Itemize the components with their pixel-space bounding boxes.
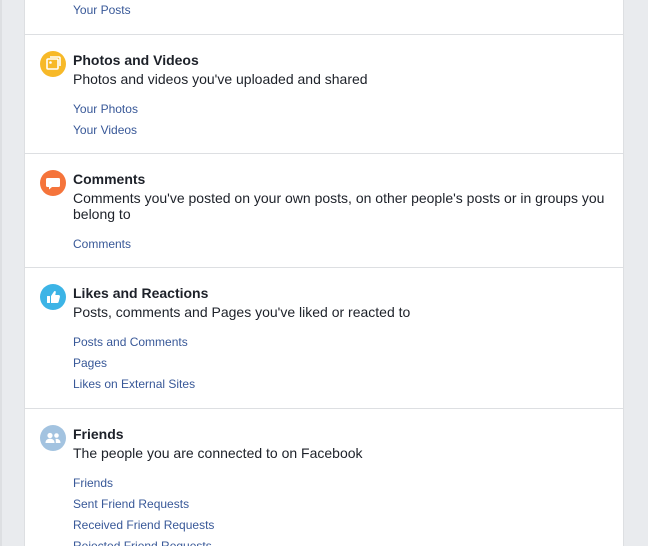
link-your-photos[interactable]: Your Photos [73, 101, 609, 117]
section-friends: Friends The people you are connected to … [25, 409, 623, 546]
link-your-posts[interactable]: Your Posts [73, 2, 131, 18]
posts-links: Your Posts [73, 2, 131, 23]
section-comments: Comments Comments you've posted on your … [25, 154, 623, 268]
comment-bubble-icon [40, 170, 66, 196]
section-title: Photos and Videos [73, 52, 199, 68]
section-description: The people you are connected to on Faceb… [73, 445, 363, 461]
section-posts: Your Posts [25, 0, 623, 35]
section-description: Posts, comments and Pages you've liked o… [73, 304, 411, 320]
section-photos-videos: Photos and Videos Photos and videos you'… [25, 35, 623, 154]
link-posts-and-comments[interactable]: Posts and Comments [73, 334, 609, 350]
left-edge-divider [0, 0, 2, 546]
link-sent-friend-requests[interactable]: Sent Friend Requests [73, 496, 609, 512]
activity-log-page: Your Posts Photos and Videos Photos and … [0, 0, 648, 546]
comments-links: Comments [73, 236, 609, 252]
link-your-videos[interactable]: Your Videos [73, 122, 609, 138]
link-comments[interactable]: Comments [73, 236, 609, 252]
friends-links: Friends Sent Friend Requests Received Fr… [73, 475, 609, 546]
section-likes-reactions: Likes and Reactions Posts, comments and … [25, 268, 623, 409]
section-title: Likes and Reactions [73, 285, 209, 301]
section-description: Comments you've posted on your own posts… [73, 190, 605, 222]
likes-links: Posts and Comments Pages Likes on Extern… [73, 334, 609, 392]
section-description: Photos and videos you've uploaded and sh… [73, 71, 368, 87]
link-pages[interactable]: Pages [73, 355, 609, 371]
information-panel: Your Posts Photos and Videos Photos and … [24, 0, 624, 546]
link-friends[interactable]: Friends [73, 475, 609, 491]
link-received-friend-requests[interactable]: Received Friend Requests [73, 517, 609, 533]
thumbs-up-icon [40, 284, 66, 310]
link-likes-external-sites[interactable]: Likes on External Sites [73, 376, 609, 392]
friends-icon [40, 425, 66, 451]
photos-links: Your Photos Your Videos [73, 101, 609, 138]
link-rejected-friend-requests[interactable]: Rejected Friend Requests [73, 538, 609, 546]
section-title: Friends [73, 426, 124, 442]
section-title: Comments [73, 171, 146, 187]
photos-icon [40, 51, 66, 77]
